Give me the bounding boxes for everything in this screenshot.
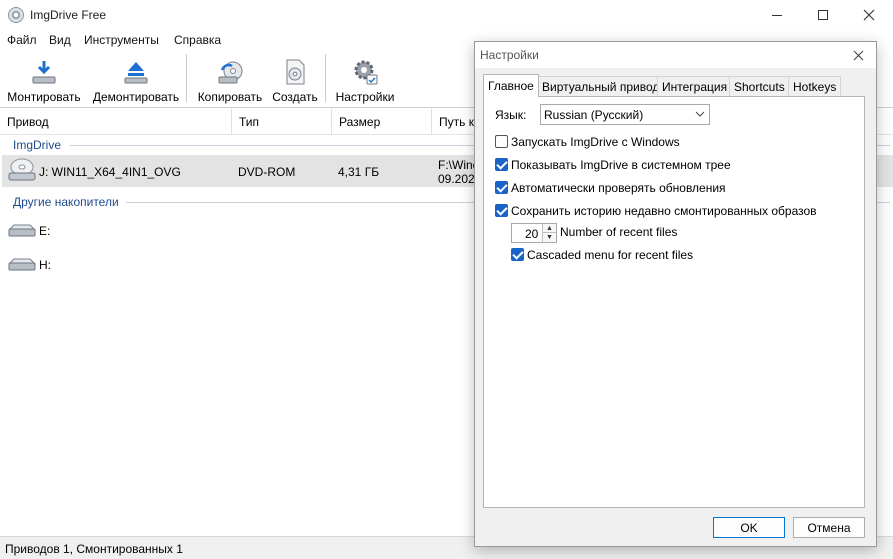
recent-files-label: Number of recent files — [560, 225, 678, 239]
ok-button[interactable]: OK — [713, 517, 785, 538]
drive-letter: H: — [39, 258, 51, 272]
copy-button[interactable]: Копировать — [194, 54, 266, 106]
eject-icon — [124, 62, 148, 84]
toolbar-separator — [186, 54, 187, 102]
close-button[interactable] — [846, 0, 892, 30]
create-image-icon — [286, 59, 305, 85]
status-text: Приводов 1, Смонтированных 1 — [5, 542, 183, 556]
stepper-down-button[interactable]: ▼ — [542, 233, 556, 242]
minimize-button[interactable] — [754, 0, 800, 30]
chevron-down-icon — [695, 111, 705, 117]
row-type: DVD-ROM — [238, 165, 296, 179]
close-icon — [863, 9, 875, 21]
mount-button[interactable]: Монтировать — [4, 54, 84, 106]
unmount-label: Демонтировать — [92, 90, 180, 104]
title-bar: ImgDrive Free — [0, 0, 893, 30]
settings-label: Настройки — [335, 90, 395, 104]
imgdrive-app-icon — [8, 7, 24, 23]
dialog-title: Настройки — [480, 48, 539, 62]
save-history-checkbox[interactable] — [495, 204, 508, 217]
tab-general[interactable]: Главное — [483, 74, 539, 97]
settings-button[interactable]: Настройки — [331, 54, 399, 106]
menu-view[interactable]: Вид — [49, 33, 71, 47]
maximize-icon — [818, 10, 828, 20]
show-in-tray-label: Показывать ImgDrive в системном трее — [511, 158, 731, 172]
auto-update-label: Автоматически проверять обновления — [511, 181, 726, 195]
dialog-close-button[interactable] — [845, 44, 871, 66]
dvd-drive-icon — [8, 158, 36, 181]
show-in-tray-checkbox[interactable] — [495, 158, 508, 171]
create-button[interactable]: Создать — [268, 54, 322, 106]
language-value: Russian (Русский) — [544, 108, 644, 122]
general-tab-panel: Язык: Russian (Русский) Запускать ImgDri… — [483, 96, 865, 508]
cascaded-menu-checkbox[interactable] — [511, 248, 524, 261]
menu-tools[interactable]: Инструменты — [84, 33, 159, 47]
tab-integration[interactable]: Интеграция — [657, 76, 733, 96]
language-select[interactable]: Russian (Русский) — [540, 104, 710, 125]
save-history-label: Сохранить историю недавно смонтированных… — [511, 204, 817, 218]
tab-shortcuts[interactable]: Shortcuts — [729, 76, 790, 96]
auto-update-checkbox[interactable] — [495, 181, 508, 194]
group-header-imgdrive: ImgDrive — [13, 138, 62, 152]
window-title: ImgDrive Free — [30, 8, 107, 22]
drive-letter: E: — [39, 224, 51, 238]
tab-virtual-drive[interactable]: Виртуальный привод — [537, 76, 665, 96]
gear-icon — [354, 60, 378, 85]
language-label: Язык: — [495, 108, 527, 122]
create-label: Создать — [272, 90, 318, 104]
column-type[interactable]: Тип — [232, 109, 332, 135]
row-drive-name: J: WIN11_X64_4IN1_OVG — [39, 165, 181, 179]
maximize-button[interactable] — [800, 0, 846, 30]
recent-files-count: 20 — [525, 227, 539, 241]
stepper-up-button[interactable]: ▲ — [542, 224, 556, 233]
recent-files-count-stepper[interactable]: 20 ▲ ▼ — [511, 223, 557, 243]
menu-file[interactable]: Файл — [7, 33, 37, 47]
unmount-button[interactable]: Демонтировать — [90, 54, 182, 106]
settings-dialog: Настройки Главное Виртуальный привод Инт… — [474, 41, 877, 547]
start-with-windows-label: Запускать ImgDrive с Windows — [511, 135, 680, 149]
group-header-other: Другие накопители — [13, 195, 119, 209]
row-path-line1: F:\Winc — [438, 158, 479, 172]
menu-help[interactable]: Справка — [174, 33, 221, 47]
copy-label: Копировать — [197, 90, 263, 104]
column-size[interactable]: Размер — [332, 109, 432, 135]
column-drive[interactable]: Привод — [0, 109, 232, 135]
mount-label: Монтировать — [7, 90, 81, 104]
cancel-button[interactable]: Отмена — [793, 517, 865, 538]
toolbar-separator — [325, 54, 326, 102]
cascaded-menu-label: Cascaded menu for recent files — [527, 248, 694, 262]
close-icon — [853, 50, 863, 60]
hard-drive-icon — [8, 224, 36, 237]
minimize-icon — [772, 14, 782, 16]
hard-drive-icon — [8, 258, 36, 271]
mount-icon — [32, 61, 56, 84]
row-size: 4,31 ГБ — [338, 165, 380, 179]
dialog-title-bar: Настройки — [475, 42, 876, 68]
copy-disc-icon — [218, 61, 243, 84]
start-with-windows-checkbox[interactable] — [495, 135, 508, 148]
tab-hotkeys[interactable]: Hotkeys — [788, 76, 842, 96]
